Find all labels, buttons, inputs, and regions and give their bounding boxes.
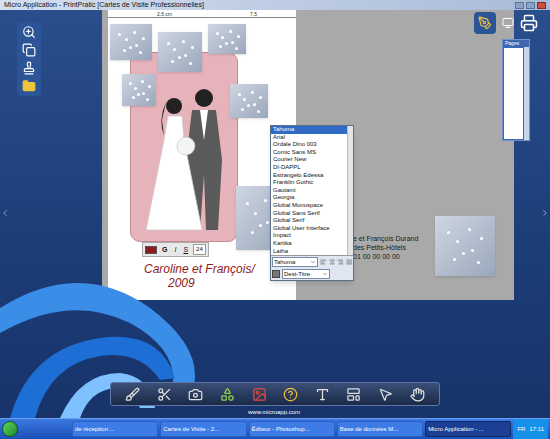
italic-button[interactable]: I <box>172 245 178 254</box>
font-list-item[interactable]: Franklin Gothic <box>271 179 347 187</box>
font-size-field[interactable]: 24 <box>193 244 206 255</box>
pages-list[interactable] <box>504 48 523 139</box>
font-format-bar: Tahoma <box>271 255 353 268</box>
ruler-mark: 2.5 cm <box>157 11 172 17</box>
text-color-swatch[interactable] <box>145 246 157 254</box>
card-front: GIS24 Caroline et François/2009 <box>108 18 296 300</box>
align-left-icon[interactable] <box>320 258 327 266</box>
style-select[interactable]: Dest-Titre <box>282 269 330 279</box>
font-list-item[interactable]: Latha <box>271 248 347 256</box>
align-center-icon[interactable] <box>329 258 336 266</box>
dock <box>110 382 440 406</box>
font-list-item[interactable]: Kartika <box>271 240 347 248</box>
brush-icon[interactable] <box>125 387 140 402</box>
text-icon[interactable] <box>315 387 330 402</box>
ruler-mark: 7.5 <box>250 11 257 17</box>
folder-icon[interactable] <box>22 79 36 93</box>
align-right-icon[interactable] <box>337 258 344 266</box>
close-button[interactable] <box>537 2 546 9</box>
taskbar-item[interactable]: de réception ... <box>72 421 158 437</box>
font-list-item[interactable]: Ordale Dino 003 <box>271 141 347 149</box>
font-list-item[interactable]: Comic Sans MS <box>271 149 347 157</box>
font-list[interactable]: TahomaArialOrdale Dino 003Comic Sans MSC… <box>271 126 347 255</box>
font-list-scrollbar[interactable] <box>347 126 353 255</box>
font-list-item[interactable]: Arial <box>271 134 347 142</box>
top-right-tools <box>474 12 538 34</box>
printer-icon[interactable] <box>520 14 538 32</box>
language-indicator[interactable]: FR <box>517 425 525 433</box>
monitor-icon[interactable] <box>502 17 514 29</box>
back-card-text[interactable]: e et François Duranddes Petits-Hôtels01 … <box>353 234 418 261</box>
taskbar: de réception ...Cartes de Visite - 2...É… <box>0 418 550 439</box>
style-bar: Dest-Titre <box>271 268 353 280</box>
dropdown-icon <box>322 271 328 277</box>
ruler: 2.5 cm 7.5 <box>108 10 296 18</box>
workspace: 2.5 cm 7.5 GIS24 Caroline et François/2009 e… <box>0 10 550 418</box>
hand-icon[interactable] <box>410 387 425 402</box>
scissors-icon[interactable] <box>157 387 172 402</box>
photo-mid-right[interactable] <box>230 84 268 118</box>
zoom-icon[interactable] <box>22 25 36 39</box>
pen-tool-button[interactable] <box>474 12 496 34</box>
taskbar-item[interactable]: Cartes de Visite - 2... <box>160 421 246 437</box>
font-list-item[interactable]: Global Sans Serif <box>271 210 347 218</box>
font-list-item[interactable]: Global User Interface <box>271 225 347 233</box>
style-swatch[interactable] <box>272 270 280 278</box>
font-list-item[interactable]: DI-DAPPL <box>271 164 347 172</box>
font-list-item[interactable]: Tahoma <box>271 126 347 134</box>
previous-arrow-icon[interactable] <box>0 206 10 220</box>
dropdown-icon <box>310 259 316 265</box>
font-list-item[interactable]: Global Monospace <box>271 202 347 210</box>
back-photo[interactable] <box>435 216 495 276</box>
pointer-icon[interactable] <box>378 387 393 402</box>
system-tray: FR 17:11 <box>513 419 548 439</box>
photo-top-right[interactable] <box>208 24 246 54</box>
minimize-button[interactable] <box>515 2 524 9</box>
font-list-item[interactable]: Global Serif <box>271 217 347 225</box>
image-icon[interactable] <box>252 387 267 402</box>
card-text[interactable]: Caroline et François/2009 <box>144 262 255 290</box>
window-title: Micro Application - PrintPratic [Cartes … <box>4 0 204 10</box>
taskbar-item[interactable]: Éditeur - Photoshop... <box>249 421 335 437</box>
title-bar: Micro Application - PrintPratic [Cartes … <box>0 0 550 10</box>
pen-icon <box>478 16 492 30</box>
pages-scrollbar[interactable] <box>524 47 529 140</box>
copy-icon[interactable] <box>22 43 36 57</box>
underline-button[interactable]: S <box>181 245 190 254</box>
font-list-item[interactable]: Estrangelo Edessa <box>271 172 347 180</box>
font-list-item[interactable]: Impact <box>271 232 347 240</box>
photo-mid-left[interactable] <box>122 74 156 106</box>
layout-icon[interactable] <box>346 387 361 402</box>
text-toolbar: GIS24 <box>142 242 209 257</box>
desktop: Micro Application - PrintPratic [Cartes … <box>0 0 550 439</box>
photo-top-left[interactable] <box>110 24 152 60</box>
pages-panel: Pages <box>502 39 530 141</box>
font-select[interactable]: Tahoma <box>272 257 318 267</box>
font-list-item[interactable]: Gautami <box>271 187 347 195</box>
taskbar-item[interactable]: Micro Application - ... <box>425 421 511 437</box>
left-toolbar <box>17 22 41 96</box>
pages-title: Pages <box>503 40 529 47</box>
camera-icon[interactable] <box>188 387 203 402</box>
font-menu: TahomaArialOrdale Dino 003Comic Sans MSC… <box>270 125 354 281</box>
align-justify-icon[interactable] <box>346 258 353 266</box>
couple-illustration[interactable] <box>136 80 236 240</box>
footer-url[interactable]: www.microapp.com <box>248 408 300 416</box>
bold-button[interactable]: G <box>160 245 169 254</box>
maximize-button[interactable] <box>526 2 535 9</box>
start-button[interactable] <box>2 421 18 437</box>
font-list-item[interactable]: Courier New <box>271 156 347 164</box>
taskbar-item[interactable]: Base de données M... <box>337 421 423 437</box>
photo-top[interactable] <box>158 32 202 72</box>
shapes-icon[interactable] <box>220 387 235 402</box>
clock[interactable]: 17:11 <box>529 425 544 433</box>
stamp-icon[interactable] <box>22 61 36 75</box>
font-list-item[interactable]: Georgia <box>271 194 347 202</box>
next-arrow-icon[interactable] <box>540 206 550 220</box>
help-icon[interactable] <box>283 387 298 402</box>
